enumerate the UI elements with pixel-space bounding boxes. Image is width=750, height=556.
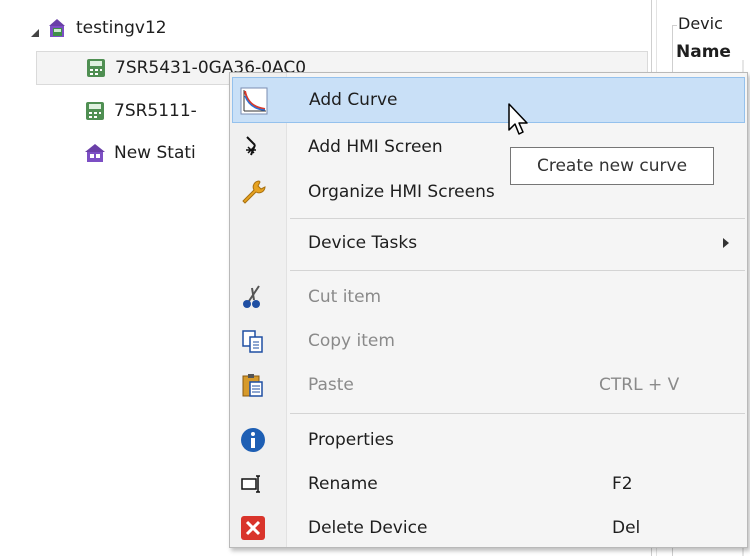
hmi-screen-icon <box>239 133 267 161</box>
station-folder-icon <box>46 17 68 39</box>
copy-icon <box>239 327 267 355</box>
menu-item-label: Copy item <box>308 331 395 351</box>
device-icon <box>85 57 107 79</box>
curve-icon <box>240 87 268 115</box>
menu-item-label: Add Curve <box>309 90 398 110</box>
tree-item-label: testingv12 <box>76 18 167 38</box>
name-label: Name <box>676 42 731 62</box>
tree-item-device-2[interactable]: 7SR5111- <box>84 94 197 128</box>
menu-item-rename[interactable]: Rename F2 <box>232 461 745 507</box>
tree-item-root[interactable]: testingv12 <box>30 11 167 45</box>
menu-item-add-curve[interactable]: Add Curve <box>232 77 745 123</box>
menu-item-label: Rename <box>308 474 378 494</box>
menu-item-paste[interactable]: Paste CTRL + V <box>232 362 745 408</box>
menu-item-device-tasks[interactable]: Device Tasks <box>232 220 745 266</box>
delete-icon <box>239 514 267 542</box>
menu-item-label: Device Tasks <box>308 233 418 253</box>
menu-separator <box>290 413 745 414</box>
menu-item-shortcut: F2 <box>612 474 633 494</box>
menu-item-cut[interactable]: Cut item <box>232 274 745 320</box>
menu-item-properties[interactable]: Properties <box>232 417 745 463</box>
expanded-triangle-icon[interactable] <box>30 23 40 37</box>
tree-item-label: New Stati <box>114 143 196 163</box>
menu-item-delete-device[interactable]: Delete Device Del <box>232 505 745 551</box>
paste-icon <box>239 371 267 399</box>
menu-item-label: Properties <box>308 430 394 450</box>
device-icon <box>84 100 106 122</box>
group-box-title: Devic <box>678 14 723 33</box>
scissors-icon <box>239 283 267 311</box>
context-menu: Add Curve Add HMI Screen Organize HMI Sc… <box>229 72 748 548</box>
menu-item-shortcut: Del <box>612 518 641 538</box>
menu-item-label: Cut item <box>308 287 382 307</box>
menu-item-copy[interactable]: Copy item <box>232 318 745 364</box>
menu-item-label: Paste <box>308 375 354 395</box>
menu-item-shortcut: CTRL + V <box>599 375 680 395</box>
mouse-cursor-icon <box>508 103 528 135</box>
tooltip: Create new curve <box>510 147 714 185</box>
info-icon <box>239 426 267 454</box>
menu-item-label: Delete Device <box>308 518 428 538</box>
menu-item-label: Add HMI Screen <box>308 137 443 157</box>
submenu-arrow-icon <box>723 238 729 248</box>
menu-separator <box>290 218 745 219</box>
menu-separator <box>290 270 745 271</box>
wrench-icon <box>239 178 267 206</box>
menu-item-label: Organize HMI Screens <box>308 182 495 202</box>
rename-icon <box>239 470 267 498</box>
tree-item-station[interactable]: New Stati <box>84 136 196 170</box>
tree-item-label: 7SR5111- <box>114 101 197 121</box>
station-icon <box>84 142 106 164</box>
